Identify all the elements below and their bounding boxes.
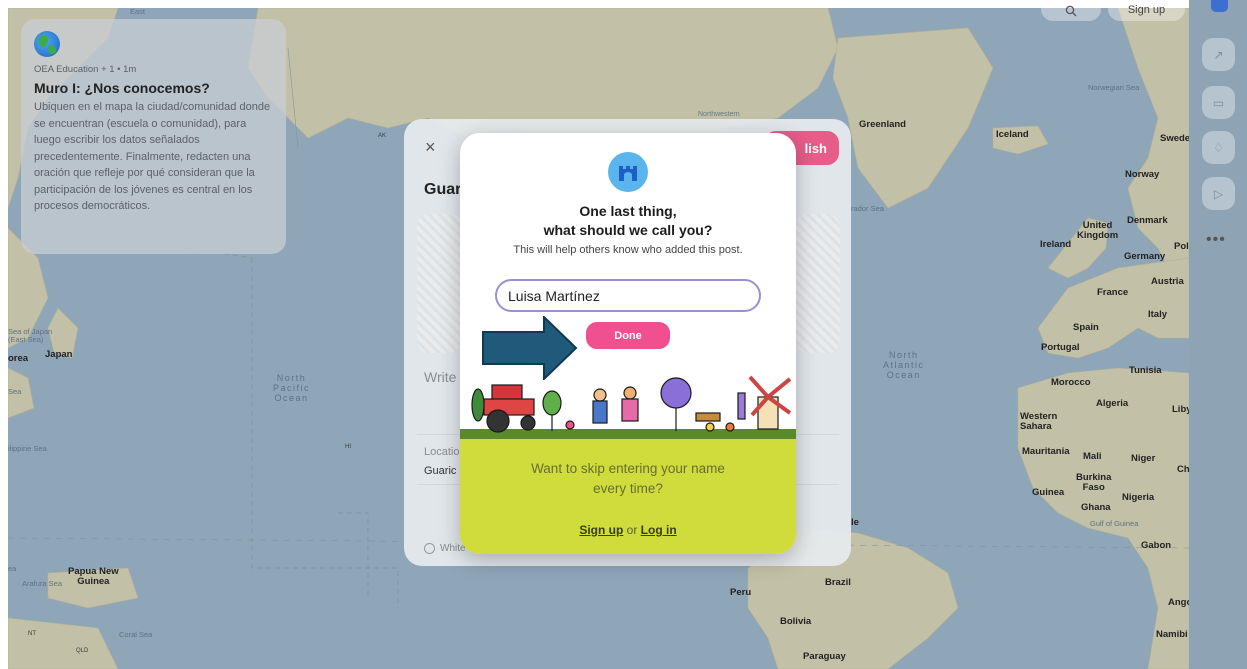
more-options-button[interactable]: ••• — [1206, 231, 1226, 249]
map-label: Iceland — [996, 129, 1029, 140]
post-body-placeholder[interactable]: Write — [424, 369, 456, 385]
or-text: or — [623, 523, 641, 537]
map-label: Gulf of Guinea — [1090, 519, 1139, 528]
map-label: Swede — [1160, 133, 1189, 144]
map-label: Algeria — [1096, 398, 1129, 409]
map-label: le — [851, 517, 859, 528]
share-button[interactable]: ↗ — [1202, 38, 1235, 71]
map-label: Sea of Japan (East Sea) — [8, 327, 53, 344]
castle-icon — [619, 166, 637, 181]
map-label: Norwegian Sea — [1088, 83, 1140, 92]
wall-title: Muro I: ¿Nos conocemos? — [34, 80, 210, 96]
play-button[interactable]: ▷ — [1202, 177, 1235, 210]
map-label: United Kingdom — [1077, 220, 1119, 241]
map-label: France — [1097, 287, 1129, 298]
search-button[interactable] — [1041, 0, 1101, 21]
slideshow-button[interactable]: ▭ — [1202, 86, 1235, 119]
map-label: orea — [8, 353, 29, 364]
map-label: AK — [378, 133, 387, 139]
map-label: Ghana — [1081, 502, 1111, 513]
modal-title: One last thing, what should we call you? — [460, 202, 796, 240]
play-icon: ▷ — [1213, 186, 1224, 201]
map-label: Paraguay — [803, 651, 846, 662]
map-label: Ango — [1168, 597, 1189, 608]
map-label: Austria — [1151, 276, 1184, 287]
map-label: Mauritania — [1022, 446, 1070, 457]
map-label: Portugal — [1041, 342, 1080, 353]
map-label: Ch — [1177, 464, 1189, 475]
signup-button[interactable]: Sign up — [1108, 0, 1185, 21]
modal-title-line: what should we call you? — [543, 222, 713, 238]
map-label-ocean: North Atlantic Ocean — [883, 350, 925, 380]
post-title[interactable]: Guar — [424, 181, 461, 199]
map-label: Nigeria — [1122, 492, 1155, 503]
map-label: QLD — [76, 648, 89, 654]
map-label: Bolivia — [780, 616, 812, 627]
skip-message-line: Want to skip entering your name — [531, 461, 725, 476]
attachment-area[interactable] — [417, 214, 462, 353]
signup-link[interactable]: Sign up — [579, 523, 623, 537]
map-label: East — [130, 8, 146, 16]
map-label: Brazil — [825, 577, 851, 588]
search-icon — [1065, 5, 1077, 16]
done-button[interactable]: Done — [586, 322, 670, 349]
close-composer-button[interactable]: × — [425, 137, 436, 158]
bell-icon: ♢ — [1213, 140, 1224, 155]
notifications-button[interactable]: ♢ — [1202, 131, 1235, 164]
map-label: Morocco — [1051, 377, 1091, 388]
map-label: Sea — [8, 387, 22, 396]
share-icon: ↗ — [1213, 47, 1224, 62]
location-value[interactable]: Guaric — [424, 465, 456, 477]
map-label: ea — [8, 564, 17, 573]
map-label: NT — [28, 631, 36, 637]
skip-message-line: every time? — [593, 481, 663, 496]
map-label: Denmark — [1127, 215, 1168, 226]
map-label: ilippine Sea — [8, 444, 47, 453]
map-label: Papua New Guinea — [68, 566, 119, 587]
map-label: Pol — [1174, 241, 1189, 252]
skip-message: Want to skip entering your name every ti… — [460, 459, 796, 499]
map-label: HI — [345, 444, 351, 450]
map-label: Arafura Sea — [22, 579, 63, 588]
map-label: Northwestern — [698, 111, 740, 118]
wall-description: Ubiquen en el mapa la ciudad/comunidad d… — [34, 101, 271, 212]
map-label: Spain — [1073, 322, 1099, 333]
map-label: rador Sea — [851, 204, 884, 213]
map-label: Western Sahara — [1020, 411, 1058, 432]
map-label: Germany — [1124, 251, 1166, 262]
map-label: Greenland — [859, 119, 906, 130]
location-label: Locatio — [424, 446, 460, 458]
map-label-ocean: North Pacific Ocean — [273, 373, 311, 403]
map-label: Burkina Faso — [1076, 472, 1112, 493]
map-label: Niger — [1131, 453, 1156, 464]
name-input[interactable] — [495, 279, 761, 312]
annotation-arrow-icon — [482, 316, 578, 380]
map-label: Liby — [1172, 404, 1189, 415]
map-label: Namibi — [1156, 629, 1188, 640]
padlet-logo-icon[interactable] — [1211, 0, 1228, 12]
map-label: Guinea — [1032, 487, 1065, 498]
skip-name-section: Want to skip entering your name every ti… — [460, 439, 796, 554]
map-label: Mali — [1083, 451, 1102, 462]
attachment-area[interactable] — [796, 214, 840, 353]
map-label: Norway — [1125, 169, 1160, 180]
slideshow-icon: ▭ — [1212, 95, 1225, 110]
modal-subtitle: This will help others know who added thi… — [513, 244, 743, 256]
map-label: Coral Sea — [119, 630, 153, 639]
map-label: Tunisia — [1129, 365, 1162, 376]
map-label: Peru — [730, 587, 752, 598]
wall-info-card: OEA Education + 1 • 1m Muro I: ¿Nos cono… — [21, 19, 286, 254]
map-label: Gabon — [1141, 540, 1172, 551]
map-label: Italy — [1148, 309, 1168, 320]
village-illustration — [460, 375, 796, 445]
globe-icon — [34, 31, 60, 57]
wall-meta: OEA Education + 1 • 1m — [34, 64, 137, 75]
auth-links: Sign up or Log in — [460, 523, 796, 537]
map-label: Japan — [45, 349, 73, 360]
radio-icon — [424, 543, 435, 554]
map-label: Ireland — [1040, 239, 1072, 250]
modal-title-line: One last thing, — [579, 203, 677, 219]
padlet-logo-icon — [608, 152, 648, 192]
login-link[interactable]: Log in — [641, 523, 677, 537]
